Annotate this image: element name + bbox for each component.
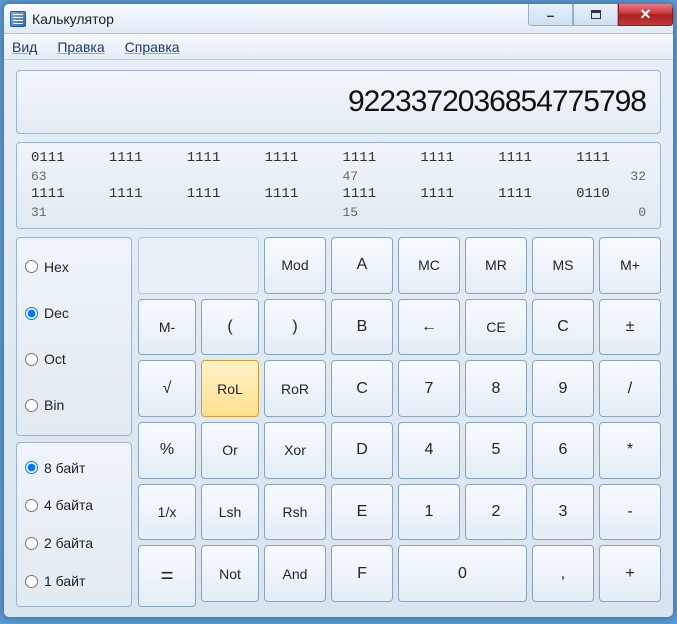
menu-edit[interactable]: Правка (57, 39, 104, 55)
bit-group: 1111 (572, 149, 650, 168)
minimize-button[interactable]: – (528, 4, 573, 26)
bit-label: 0 (572, 204, 650, 222)
close-button[interactable]: ✕ (618, 4, 673, 26)
client-area: 9223372036854775798 0111 1111 1111 1111 … (4, 60, 673, 617)
digit-6-button[interactable]: 6 (532, 422, 594, 479)
calculator-window: Калькулятор – ✕ Вид Правка Справка 92233… (3, 3, 674, 618)
rol-button[interactable]: RoL (201, 360, 259, 417)
result-value: 9223372036854775798 (348, 85, 646, 119)
maximize-icon (591, 10, 601, 19)
radio-hex[interactable]: Hex (25, 259, 123, 275)
titlebar[interactable]: Калькулятор – ✕ (4, 4, 673, 34)
rparen-button[interactable]: ) (264, 299, 326, 356)
window-title: Калькулятор (32, 11, 528, 27)
mod-button[interactable]: Mod (264, 237, 326, 294)
main-panel: Hex Dec Oct Bin 8 байт 4 байта 2 байта 1… (16, 237, 661, 607)
backspace-button[interactable]: ← (398, 299, 460, 356)
radio-bin[interactable]: Bin (25, 397, 123, 413)
bit-group: 1111 (494, 185, 572, 204)
plusminus-button[interactable]: ± (599, 299, 661, 356)
digit-7-button[interactable]: 7 (398, 360, 460, 417)
or-button[interactable]: Or (201, 422, 259, 479)
bit-label: 32 (572, 168, 650, 186)
lsh-button[interactable]: Lsh (201, 484, 259, 541)
digit-4-button[interactable]: 4 (398, 422, 460, 479)
c-button[interactable]: C (532, 299, 594, 356)
left-column: Hex Dec Oct Bin 8 байт 4 байта 2 байта 1… (16, 237, 132, 607)
mr-button[interactable]: MR (465, 237, 527, 294)
bit-group: 1111 (339, 185, 417, 204)
ror-button[interactable]: RoR (264, 360, 326, 417)
bit-label: 31 (27, 204, 105, 222)
add-button[interactable]: + (599, 545, 661, 602)
b-button[interactable]: B (331, 299, 393, 356)
radio-8byte[interactable]: 8 байт (25, 460, 123, 476)
word-size-group: 8 байт 4 байта 2 байта 1 байт (16, 442, 132, 607)
bit-group: 1111 (261, 185, 339, 204)
menu-view[interactable]: Вид (12, 39, 37, 55)
multiply-button[interactable]: * (599, 422, 661, 479)
digit-2-button[interactable]: 2 (465, 484, 527, 541)
lparen-button[interactable]: ( (201, 299, 259, 356)
bit-group: 1111 (339, 149, 417, 168)
number-base-group: Hex Dec Oct Bin (16, 237, 132, 436)
bit-group: 1111 (416, 185, 494, 204)
digit-1-button[interactable]: 1 (398, 484, 460, 541)
d-button[interactable]: D (331, 422, 393, 479)
digit-3-button[interactable]: 3 (532, 484, 594, 541)
bit-group: 1111 (416, 149, 494, 168)
app-icon (10, 11, 26, 27)
bit-group: 1111 (27, 185, 105, 204)
reciprocal-button[interactable]: 1/x (138, 484, 196, 541)
xor-button[interactable]: Xor (264, 422, 326, 479)
ce-button[interactable]: CE (465, 299, 527, 356)
and-button[interactable]: And (264, 545, 326, 602)
a-button[interactable]: A (331, 237, 393, 294)
digit-0-button[interactable]: 0 (398, 545, 527, 602)
bit-group: 1111 (261, 149, 339, 168)
mminus-button[interactable]: M- (138, 299, 196, 356)
bit-group: 0110 (572, 185, 650, 204)
menu-help[interactable]: Справка (125, 39, 180, 55)
mplus-button[interactable]: M+ (599, 237, 661, 294)
bit-label: 63 (27, 168, 105, 186)
radio-1byte[interactable]: 1 байт (25, 573, 123, 589)
result-display: 9223372036854775798 (16, 70, 661, 134)
mc-button[interactable]: MC (398, 237, 460, 294)
not-button[interactable]: Not (201, 545, 259, 602)
maximize-button[interactable] (573, 4, 618, 26)
radio-4byte[interactable]: 4 байта (25, 497, 123, 513)
bit-group: 0111 (27, 149, 105, 168)
menubar: Вид Правка Справка (4, 34, 673, 60)
ms-button[interactable]: MS (532, 237, 594, 294)
bit-group: 1111 (494, 149, 572, 168)
digit-8-button[interactable]: 8 (465, 360, 527, 417)
bit-group: 1111 (183, 149, 261, 168)
keypad: ModAMCMRMSM+M-()B←CEC±√RoLRoRC789/%OrXor… (138, 237, 661, 607)
e-button[interactable]: E (331, 484, 393, 541)
digit-9-button[interactable]: 9 (532, 360, 594, 417)
rsh-button[interactable]: Rsh (264, 484, 326, 541)
window-controls: – ✕ (528, 4, 673, 26)
bit-label: 47 (339, 168, 417, 186)
bit-label: 15 (339, 204, 417, 222)
c-hex-button[interactable]: C (331, 360, 393, 417)
bit-display: 0111 1111 1111 1111 1111 1111 1111 1111 … (16, 142, 661, 229)
bit-group: 1111 (105, 185, 183, 204)
subtract-button[interactable]: - (599, 484, 661, 541)
decimal-button[interactable]: , (532, 545, 594, 602)
sqrt-button[interactable]: √ (138, 360, 196, 417)
percent-button[interactable]: % (138, 422, 196, 479)
blank (138, 237, 259, 294)
radio-oct[interactable]: Oct (25, 351, 123, 367)
equals-button[interactable]: = (138, 545, 196, 607)
digit-5-button[interactable]: 5 (465, 422, 527, 479)
bit-group: 1111 (105, 149, 183, 168)
bit-group: 1111 (183, 185, 261, 204)
radio-dec[interactable]: Dec (25, 305, 123, 321)
radio-2byte[interactable]: 2 байта (25, 535, 123, 551)
f-button[interactable]: F (331, 545, 393, 602)
divide-button[interactable]: / (599, 360, 661, 417)
